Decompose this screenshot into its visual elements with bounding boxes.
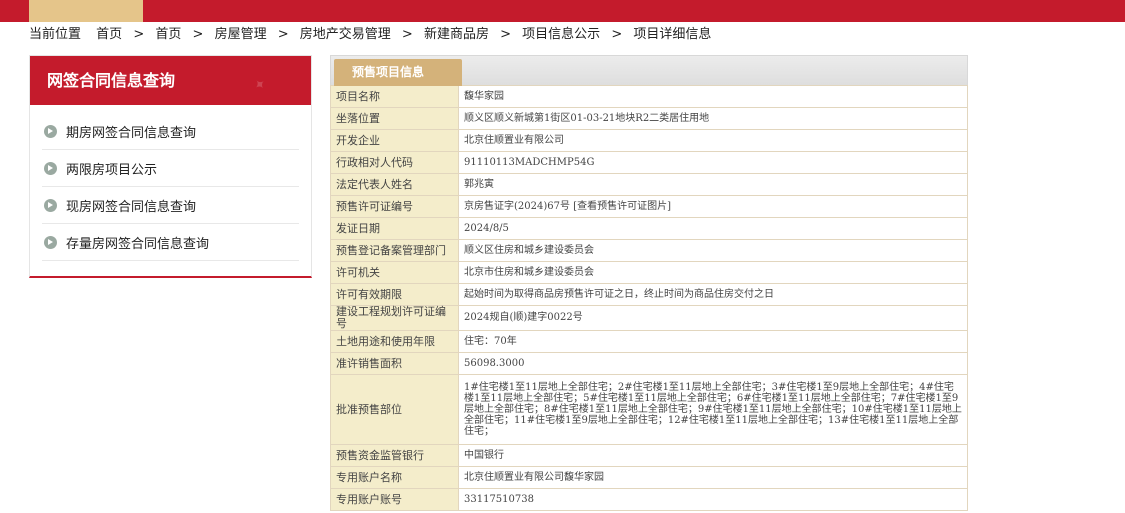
- sidebar-item-existing-contract[interactable]: 现房网签合同信息查询: [42, 187, 299, 224]
- row-value: 郭兆寅: [458, 173, 968, 196]
- table-row: 专用账户名称 北京住顺置业有限公司馥华家园: [330, 466, 968, 489]
- breadcrumb: 当前位置 首页 > 首页 > 房屋管理 > 房地产交易管理 > 新建商品房 > …: [29, 26, 712, 44]
- breadcrumb-housing-management[interactable]: 房屋管理: [215, 27, 267, 42]
- arrow-circle-icon: [44, 198, 57, 212]
- table-row: 土地用途和使用年限 住宅：70年: [330, 330, 968, 353]
- table-row: 项目名称 馥华家园: [330, 85, 968, 108]
- row-value: 91110113MADCHMP54G: [458, 151, 968, 174]
- breadcrumb-separator: >: [500, 27, 512, 42]
- panel-tab-bar: 预售项目信息: [330, 55, 968, 86]
- breadcrumb-current-page: 项目详细信息: [633, 27, 712, 42]
- presale-project-panel: 预售项目信息 项目名称 馥华家园 坐落位置 顺义区顺义新城第1街区01-03-2…: [330, 55, 968, 511]
- table-row: 开发企业 北京住顺置业有限公司: [330, 129, 968, 152]
- table-row: 许可有效期限 起始时间为取得商品房预售许可证之日，终止时间为商品住房交付之日: [330, 283, 968, 306]
- row-value: 顺义区顺义新城第1街区01-03-21地块R2二类居住用地: [458, 107, 968, 130]
- watermark-icon: ✦: [250, 75, 271, 96]
- row-key: 许可机关: [330, 261, 459, 284]
- row-key: 预售许可证编号: [330, 195, 459, 218]
- row-key: 开发企业: [330, 129, 459, 152]
- arrow-circle-icon: [44, 124, 57, 138]
- row-value: 56098.3000: [458, 352, 968, 375]
- sidebar-item-price-limited-housing[interactable]: 两限房项目公示: [42, 150, 299, 187]
- breadcrumb-separator: >: [401, 27, 413, 42]
- row-value: 2024规自(顺)建字0022号: [458, 305, 968, 331]
- row-value: 顺义区住房和城乡建设委员会: [458, 239, 968, 262]
- top-banner: [0, 0, 1125, 22]
- sidebar-item-label: 期房网签合同信息查询: [66, 125, 197, 141]
- top-banner-gold-tab: [29, 0, 143, 22]
- breadcrumb-separator: >: [611, 27, 623, 42]
- breadcrumb-separator: >: [277, 27, 289, 42]
- breadcrumb-real-estate-trading[interactable]: 房地产交易管理: [300, 27, 391, 42]
- row-value: 2024/8/5: [458, 217, 968, 240]
- table-row: 坐落位置 顺义区顺义新城第1街区01-03-21地块R2二类居住用地: [330, 107, 968, 130]
- sidebar-title-text: 网签合同信息查询: [47, 71, 176, 90]
- table-row: 预售资金监管银行 中国银行: [330, 444, 968, 467]
- row-key: 建设工程规划许可证编号: [330, 305, 459, 331]
- table-row: 预售登记备案管理部门 顺义区住房和城乡建设委员会: [330, 239, 968, 262]
- tab-label: 预售项目信息: [352, 65, 425, 79]
- sidebar-item-resale-contract[interactable]: 存量房网签合同信息查询: [42, 224, 299, 261]
- row-key: 项目名称: [330, 85, 459, 108]
- row-key: 土地用途和使用年限: [330, 330, 459, 353]
- table-row: 批准预售部位 1#住宅楼1至11层地上全部住宅；2#住宅楼1至11层地上全部住宅…: [330, 374, 968, 445]
- row-key: 发证日期: [330, 217, 459, 240]
- breadcrumb-project-publicity[interactable]: 项目信息公示: [522, 27, 600, 42]
- tab-presale-project-info[interactable]: 预售项目信息: [334, 59, 462, 86]
- sidebar-item-label: 现房网签合同信息查询: [66, 199, 197, 215]
- row-value: 1#住宅楼1至11层地上全部住宅；2#住宅楼1至11层地上全部住宅；3#住宅楼1…: [458, 374, 968, 445]
- arrow-circle-icon: [44, 235, 57, 249]
- sidebar-title: 网签合同信息查询 ✦: [30, 56, 311, 105]
- breadcrumb-home-1[interactable]: 首页: [96, 27, 122, 42]
- row-value: 北京住顺置业有限公司馥华家园: [458, 466, 968, 489]
- arrow-circle-icon: [44, 161, 57, 175]
- sidebar-item-futures-contract[interactable]: 期房网签合同信息查询: [42, 113, 299, 150]
- row-key: 专用账户名称: [330, 466, 459, 489]
- row-key: 专用账户账号: [330, 488, 459, 511]
- table-row: 许可机关 北京市住房和城乡建设委员会: [330, 261, 968, 284]
- table-row: 法定代表人姓名 郭兆寅: [330, 173, 968, 196]
- row-value: 中国银行: [458, 444, 968, 467]
- row-value: 33117510738: [458, 488, 968, 511]
- breadcrumb-lead: 当前位置: [29, 27, 82, 42]
- table-row: 准许销售面积 56098.3000: [330, 352, 968, 375]
- row-key: 批准预售部位: [330, 374, 459, 445]
- table-row: 发证日期 2024/8/5: [330, 217, 968, 240]
- table-row: 建设工程规划许可证编号 2024规自(顺)建字0022号: [330, 305, 968, 331]
- breadcrumb-new-commercial-housing[interactable]: 新建商品房: [424, 27, 489, 42]
- project-info-table: 项目名称 馥华家园 坐落位置 顺义区顺义新城第1街区01-03-21地块R2二类…: [330, 85, 968, 511]
- sidebar-item-label: 两限房项目公示: [66, 162, 158, 178]
- row-value: 馥华家园: [458, 85, 968, 108]
- row-key: 预售资金监管银行: [330, 444, 459, 467]
- breadcrumb-home-2[interactable]: 首页: [155, 27, 181, 42]
- view-permit-image-link[interactable]: [查看预售许可证图片]: [573, 201, 671, 212]
- breadcrumb-separator: >: [192, 27, 204, 42]
- row-value: 起始时间为取得商品房预售许可证之日，终止时间为商品住房交付之日: [458, 283, 968, 306]
- row-value: 北京住顺置业有限公司: [458, 129, 968, 152]
- row-key: 行政相对人代码: [330, 151, 459, 174]
- row-key: 许可有效期限: [330, 283, 459, 306]
- table-row: 预售许可证编号 京房售证字(2024)67号 [查看预售许可证图片]: [330, 195, 968, 218]
- breadcrumb-separator: >: [133, 27, 145, 42]
- row-value: 京房售证字(2024)67号 [查看预售许可证图片]: [458, 195, 968, 218]
- table-row: 行政相对人代码 91110113MADCHMP54G: [330, 151, 968, 174]
- row-value: 住宅：70年: [458, 330, 968, 353]
- permit-number: 京房售证字(2024)67号: [464, 200, 570, 212]
- row-value: 北京市住房和城乡建设委员会: [458, 261, 968, 284]
- sidebar-item-label: 存量房网签合同信息查询: [66, 236, 210, 252]
- row-key: 坐落位置: [330, 107, 459, 130]
- sidebar: 网签合同信息查询 ✦ 期房网签合同信息查询 两限房项目公示 现房网签合同信息查询…: [29, 55, 312, 278]
- row-key: 预售登记备案管理部门: [330, 239, 459, 262]
- row-key: 准许销售面积: [330, 352, 459, 375]
- row-key: 法定代表人姓名: [330, 173, 459, 196]
- table-row: 专用账户账号 33117510738: [330, 488, 968, 511]
- sidebar-menu: 期房网签合同信息查询 两限房项目公示 现房网签合同信息查询 存量房网签合同信息查…: [30, 105, 311, 261]
